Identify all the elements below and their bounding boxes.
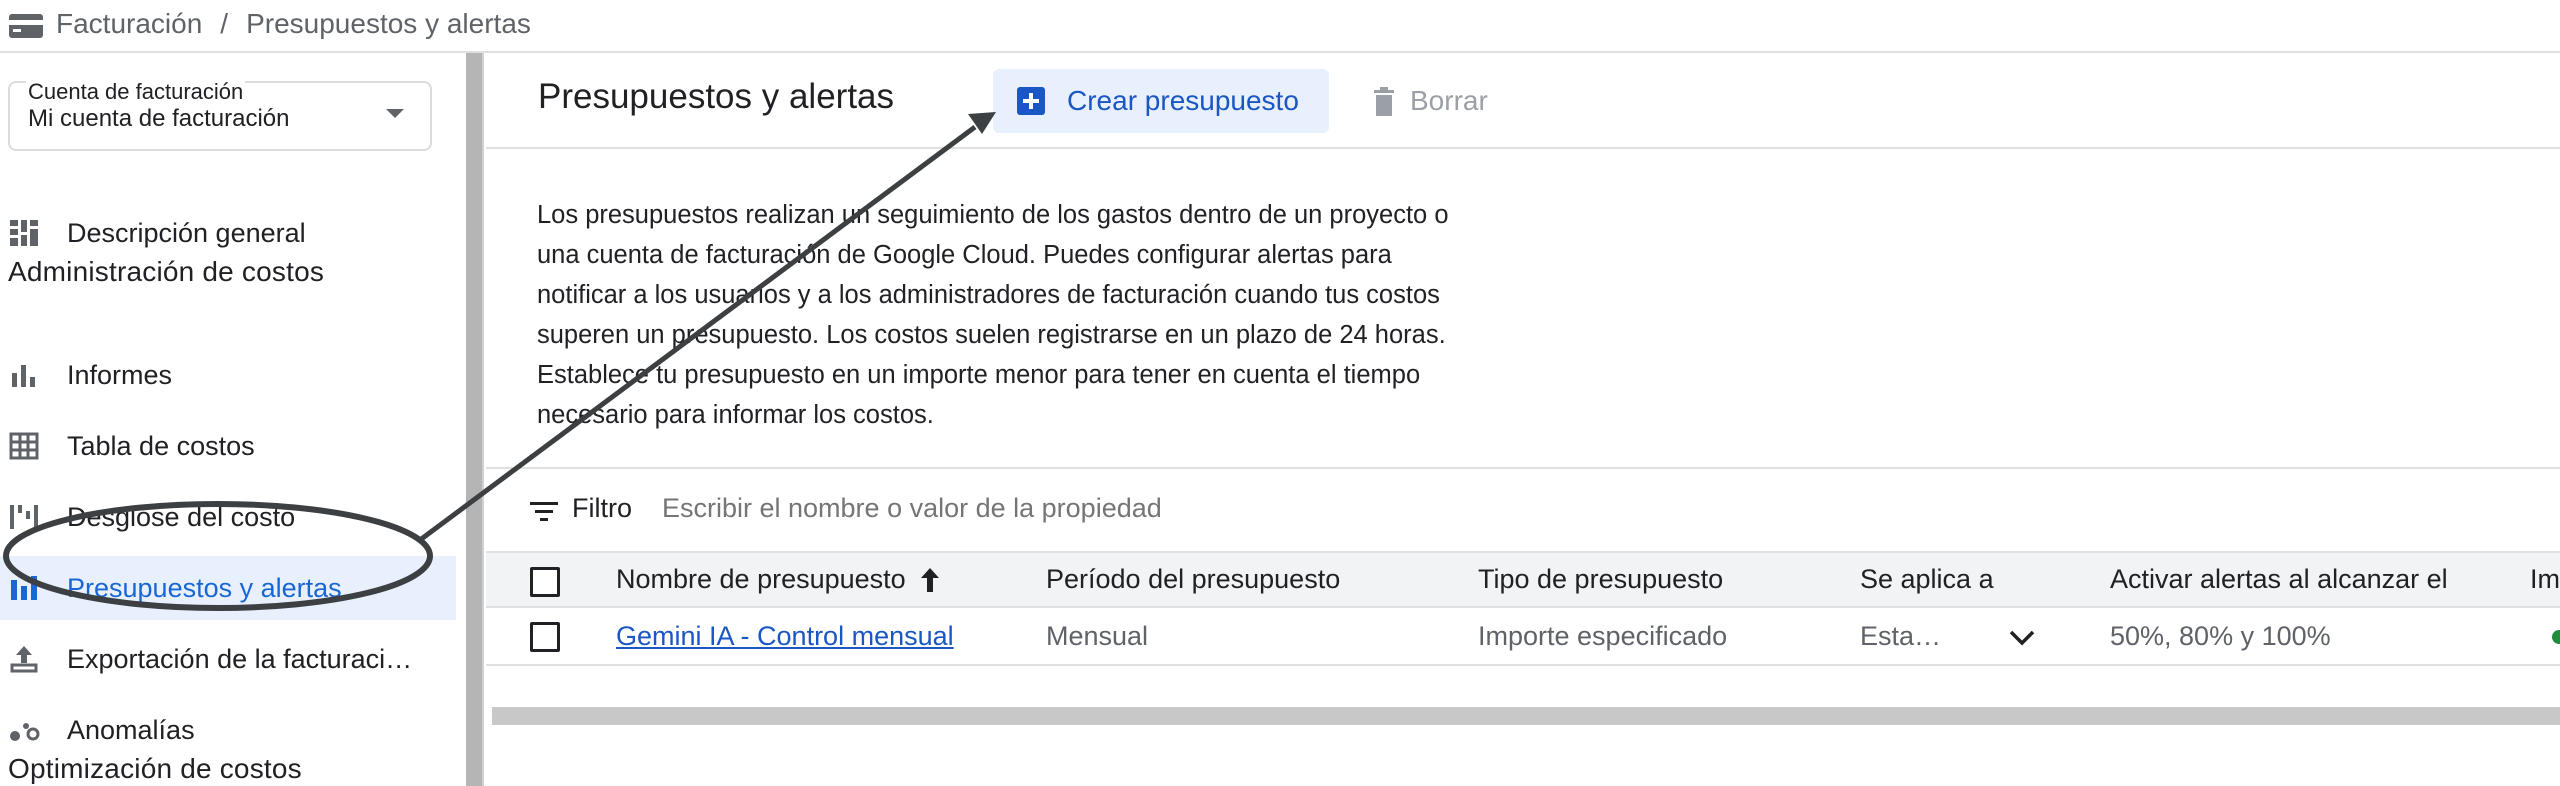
- budget-type-cell: Importe especificado: [1478, 620, 1728, 651]
- sidebar-item-label: Anomalías: [67, 714, 195, 745]
- column-header-type[interactable]: Tipo de presupuesto: [1478, 553, 1723, 606]
- breadcrumb-root[interactable]: Facturación: [56, 8, 202, 40]
- budget-name-text[interactable]: Gemini IA - Control mensual: [616, 621, 954, 652]
- applies-to-cell: Esta…: [1860, 620, 1942, 651]
- sidebar-item-budgets-alerts[interactable]: Presupuestos y alertas: [0, 556, 456, 620]
- budgets-description: Los presupuestos realizan un seguimiento…: [537, 195, 1547, 435]
- description-line: Los presupuestos realizan un seguimiento…: [537, 201, 1449, 229]
- budget-period-cell: Mensual: [1046, 620, 1149, 651]
- sidebar-item-cost-breakdown[interactable]: Desglose del costo: [0, 485, 456, 549]
- section-heading-cost-optimization: Optimización de costos: [8, 753, 302, 784]
- sidebar-item-label: Descripción general: [67, 217, 306, 248]
- anomaly-icon: [10, 723, 40, 741]
- dropdown-arrow-icon: [386, 109, 404, 118]
- column-header-applies-to[interactable]: Se aplica a: [1860, 553, 1994, 606]
- filter-label: Filtro: [572, 493, 632, 523]
- breadcrumb-bar: Facturación / Presupuestos y alertas: [0, 0, 2560, 53]
- breadcrumb: Facturación / Presupuestos y alertas: [56, 8, 531, 40]
- description-line: Establece tu presupuesto en un importe m…: [537, 361, 1421, 389]
- section-heading-cost-management: Administración de costos: [8, 256, 325, 287]
- sidebar-item-label: Informes: [67, 359, 173, 390]
- upload-icon: [10, 646, 38, 673]
- column-header-period[interactable]: Período del presupuesto: [1046, 553, 1340, 606]
- row-checkbox[interactable]: [530, 622, 560, 652]
- billing-card-icon: [9, 14, 43, 38]
- create-budget-button[interactable]: Crear presupuesto: [993, 69, 1329, 133]
- description-line: notificar a los usuarios y a los adminis…: [537, 281, 1440, 309]
- budget-name-link[interactable]: Gemini IA - Control mensual: [616, 608, 954, 664]
- sidebar-item-billing-export[interactable]: Exportación de la facturaci…: [0, 627, 456, 691]
- description-line: una cuenta de facturación de Google Clou…: [537, 241, 1392, 269]
- delete-label: Borrar: [1410, 85, 1488, 116]
- add-box-icon: [1017, 87, 1045, 115]
- table-header: Nombre de presupuesto Período del presup…: [486, 553, 2560, 608]
- budget-chart-icon: [11, 576, 37, 600]
- dashboard-icon: [10, 220, 38, 246]
- select-all-checkbox[interactable]: [530, 567, 560, 597]
- table-icon: [9, 432, 39, 460]
- main-content: Presupuestos y alertas Crear presupuesto…: [486, 53, 2560, 786]
- sidebar-resize-handle[interactable]: [466, 53, 484, 786]
- breadcrumb-separator: /: [220, 8, 229, 39]
- column-header-truncated[interactable]: Im: [2530, 553, 2560, 606]
- breadcrumb-current: Presupuestos y alertas: [246, 8, 531, 39]
- alerts-threshold-cell: 50%, 80% y 100%: [2110, 620, 2331, 651]
- waterfall-chart-icon: [10, 505, 38, 529]
- billing-account-label: Cuenta de facturación: [26, 79, 246, 105]
- page-title: Presupuestos y alertas: [538, 77, 895, 116]
- delete-button[interactable]: Borrar: [1366, 69, 1506, 133]
- status-dot-icon: [2552, 630, 2560, 644]
- column-header-alerts[interactable]: Activar alertas al alcanzar el: [2110, 553, 2448, 606]
- billing-account-select[interactable]: Cuenta de facturación Mi cuenta de factu…: [8, 79, 432, 151]
- sidebar-item-reports[interactable]: Informes: [0, 343, 456, 407]
- sidebar: Cuenta de facturación Mi cuenta de factu…: [0, 53, 468, 786]
- chevron-down-icon[interactable]: [2008, 628, 2036, 648]
- column-header-label: Nombre de presupuesto: [616, 564, 906, 594]
- column-header-budget-name[interactable]: Nombre de presupuesto: [616, 553, 940, 606]
- filter-icon: [530, 502, 558, 521]
- sidebar-item-label: Desglose del costo: [67, 501, 296, 532]
- page-header: Presupuestos y alertas Crear presupuesto…: [486, 53, 2560, 149]
- trash-icon: [1374, 87, 1394, 116]
- billing-account-value: Mi cuenta de facturación: [28, 105, 290, 132]
- filter-bar: Filtro: [486, 467, 2560, 553]
- create-budget-label: Crear presupuesto: [1067, 85, 1299, 116]
- sidebar-item-label: Tabla de costos: [67, 430, 255, 461]
- filter-input[interactable]: [662, 493, 1562, 524]
- sort-ascending-icon: [920, 567, 939, 592]
- horizontal-scrollbar[interactable]: [492, 707, 2560, 725]
- bar-chart-icon: [12, 365, 35, 387]
- sidebar-item-cost-table[interactable]: Tabla de costos: [0, 414, 456, 478]
- sidebar-item-label: Presupuestos y alertas: [67, 572, 342, 603]
- sidebar-item-label: Exportación de la facturaci…: [67, 643, 413, 674]
- description-line: superen un presupuesto. Los costos suele…: [537, 321, 1446, 349]
- description-line: necesario para informar los costos.: [537, 401, 934, 429]
- table-row: Gemini IA - Control mensual Mensual Impo…: [486, 608, 2560, 666]
